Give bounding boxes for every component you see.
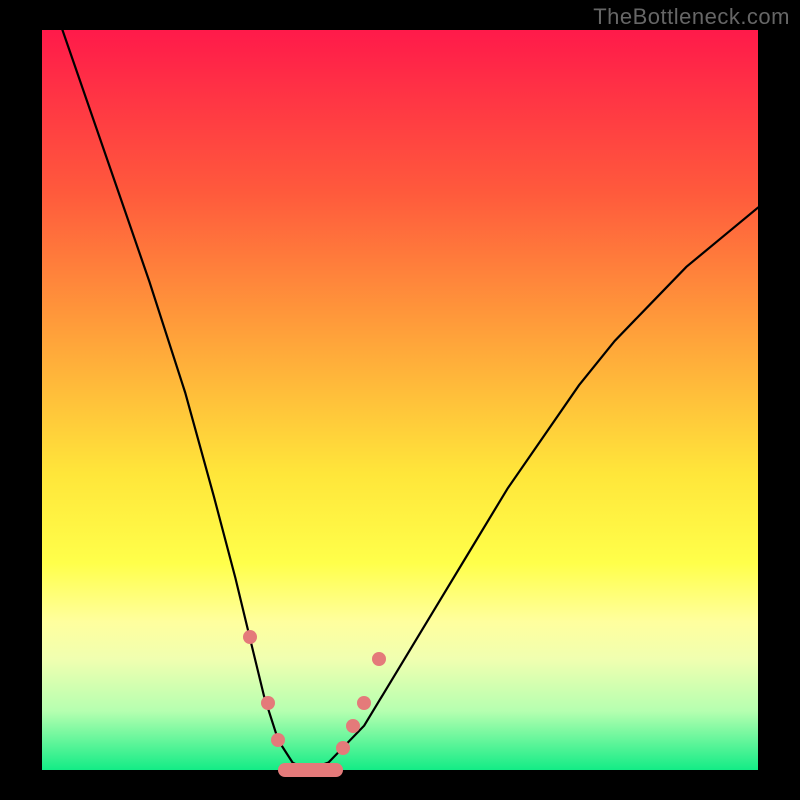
- curve-svg: [42, 30, 758, 770]
- marker-point: [346, 719, 360, 733]
- chart-container: TheBottleneck.com: [0, 0, 800, 800]
- marker-point: [372, 652, 386, 666]
- marker-point: [271, 733, 285, 747]
- watermark-text: TheBottleneck.com: [593, 4, 790, 30]
- bottleneck-curve: [42, 30, 758, 770]
- marker-point: [261, 696, 275, 710]
- marker-point: [357, 696, 371, 710]
- marker-point: [243, 630, 257, 644]
- plot-area: [42, 30, 758, 770]
- marker-flat-segment: [278, 763, 342, 777]
- marker-point: [336, 741, 350, 755]
